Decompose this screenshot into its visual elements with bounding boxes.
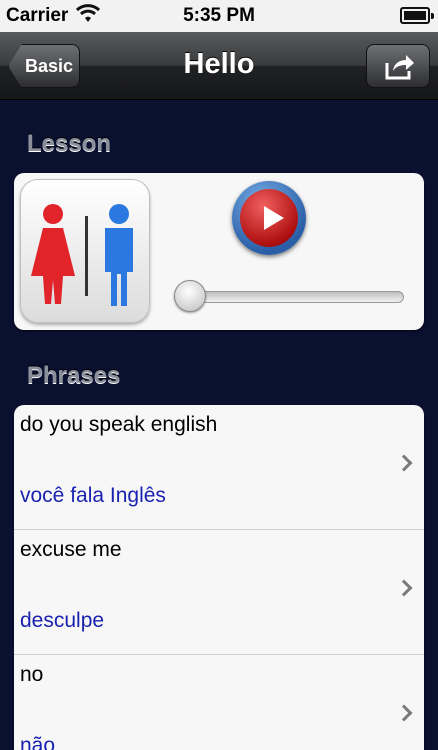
battery-icon — [400, 7, 434, 24]
list-item[interactable]: excuse me desculpe — [14, 530, 424, 655]
play-button[interactable] — [232, 181, 306, 255]
phrases-header: Phrases — [27, 362, 121, 389]
share-button[interactable] — [366, 44, 430, 88]
slider-thumb[interactable] — [174, 280, 206, 312]
status-time: 5:35 PM — [183, 5, 255, 26]
play-icon — [240, 189, 298, 247]
chevron-right-icon — [395, 704, 413, 722]
list-item[interactable]: no não — [14, 655, 424, 750]
phrases-list: do you speak english você fala Inglês ex… — [14, 405, 424, 750]
restroom-icon — [20, 179, 150, 323]
phrase-translation: não — [20, 734, 56, 750]
list-item[interactable]: do you speak english você fala Inglês — [14, 405, 424, 530]
phrase-translation: desculpe — [20, 609, 105, 632]
chevron-right-icon — [395, 454, 413, 472]
share-icon — [385, 55, 414, 80]
lesson-header: Lesson — [27, 130, 112, 157]
nav-bar: Basic Hello — [0, 32, 438, 100]
phrase-english: excuse me — [20, 538, 122, 561]
phrase-english: no — [20, 663, 44, 686]
lesson-card — [14, 173, 424, 330]
phrase-translation: você fala Inglês — [20, 484, 166, 507]
status-bar: Carrier 5:35 PM — [0, 0, 438, 32]
restroom-figures — [31, 204, 133, 306]
chevron-right-icon — [395, 579, 413, 597]
audio-progress-slider[interactable] — [174, 291, 404, 303]
phrase-english: do you speak english — [20, 413, 218, 436]
